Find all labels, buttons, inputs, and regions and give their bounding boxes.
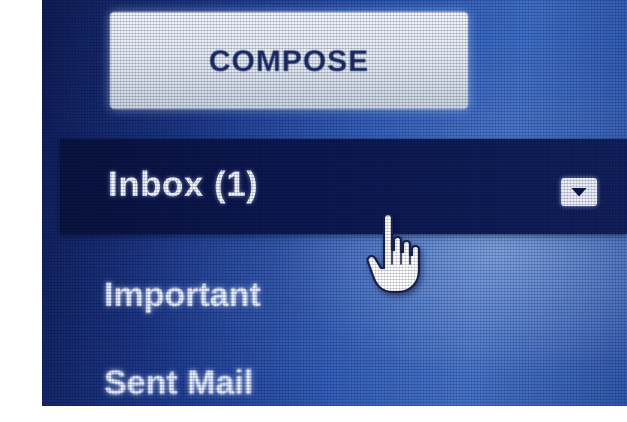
- sidebar-item-label: Inbox (1): [108, 165, 259, 204]
- sidebar-item-inbox[interactable]: Inbox (1): [60, 139, 627, 234]
- sidebar-item-important[interactable]: Important: [104, 276, 261, 315]
- inbox-options-button[interactable]: [561, 178, 597, 206]
- photo-frame: COMPOSE Inbox (1) Important Sent Mail: [0, 0, 627, 422]
- mail-sidebar-screen: COMPOSE Inbox (1) Important Sent Mail: [42, 0, 627, 406]
- compose-label: COMPOSE: [208, 44, 370, 78]
- hand-pointer-icon: [366, 213, 421, 294]
- sidebar-item-sent-mail[interactable]: Sent Mail: [104, 364, 253, 403]
- chevron-down-icon: [571, 187, 587, 197]
- compose-button[interactable]: COMPOSE: [110, 12, 468, 109]
